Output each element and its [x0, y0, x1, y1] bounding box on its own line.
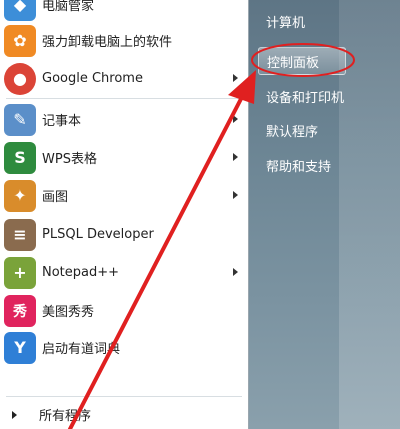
annotation-arrow-shaft	[68, 93, 245, 429]
annotation-arrow-head-icon	[228, 70, 256, 104]
highlight-circle	[251, 43, 355, 77]
annotation-overlay	[68, 43, 355, 429]
